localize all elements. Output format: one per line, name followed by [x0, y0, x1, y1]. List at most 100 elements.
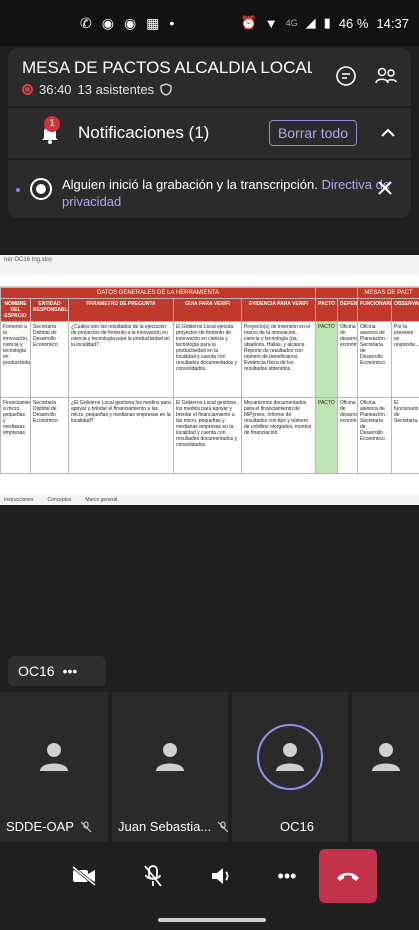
sheet-group-spacer: [315, 287, 358, 299]
home-indicator[interactable]: [158, 918, 266, 922]
attendee-count[interactable]: 13 asistentes: [78, 82, 155, 97]
notification-item: Alguien inició la grabación y la transcr…: [8, 160, 411, 218]
person-icon: [276, 743, 304, 771]
table-cell: Secretaría Distrital de Desarrollo Econó…: [30, 321, 69, 398]
table-cell: Mecanismos documentados para el financia…: [241, 397, 316, 474]
table-cell: El funcionario de Secretaría...: [390, 397, 419, 474]
sheet-header: NOMBRE DEL ESPACIO: [0, 298, 31, 322]
participant-tile[interactable]: [352, 692, 419, 842]
table-cell: Oficina de desarrollo económico: [337, 397, 358, 474]
sheet-formula-bar: [0, 275, 419, 287]
hang-up-icon: [337, 872, 359, 881]
mic-off-icon: [80, 821, 92, 832]
sheet-tab: Conceptos: [47, 497, 72, 503]
signal-icon: ◢: [305, 15, 316, 30]
notification-badge: 1: [44, 116, 60, 132]
table-cell: Oficina asesora de Planeación - Secretar…: [357, 397, 392, 474]
participant-name: Juan Sebastia...: [118, 819, 229, 834]
table-cell: ¿El Gobierno Local gestiona los medios p…: [68, 397, 174, 474]
table-cell: Fomento a la innovación, ciencia y tecno…: [0, 321, 31, 398]
battery-icon: ▮: [323, 15, 331, 30]
meeting-title[interactable]: MESA DE PACTOS ALCALDIA LOCAL DE ...: [22, 58, 312, 78]
participant-name: OC16: [280, 819, 314, 834]
presenter-pill[interactable]: OC16 •••: [8, 656, 106, 686]
speaker-icon: [212, 868, 229, 884]
close-icon[interactable]: [377, 180, 393, 196]
app-icon: ▦: [146, 14, 160, 31]
status-right: ⏰ ▼ 4G ◢ ▮ 46 % 14:37: [241, 15, 409, 31]
table-cell: Oficina de desarrollo económico: [337, 321, 358, 398]
status-icons: ✆ ◉ ◉ ▦ •: [80, 15, 174, 32]
participant-name-label: OC16: [280, 819, 314, 834]
sheet-tab: Instrucciones: [4, 497, 34, 503]
clock: 14:37: [376, 15, 409, 31]
notifications-header[interactable]: 1 Notificaciones (1) Borrar todo: [8, 108, 411, 158]
participant-gallery: SDDE-OAP Juan Sebastia... OC16: [0, 692, 419, 842]
mic-toggle-button[interactable]: [118, 848, 188, 904]
sheet-filename: ner OC16 Ing.xlsx: [4, 257, 53, 263]
sheet-header: PARAMETRO DE PREGUNTA: [68, 298, 174, 322]
chevron-up-icon[interactable]: [379, 124, 397, 142]
hang-up-button[interactable]: [319, 849, 377, 903]
sheet-header: ENTIDAD RESPONSABLE: [30, 298, 69, 322]
camera-toggle-button[interactable]: [50, 848, 118, 904]
sheet-header: PACTO: [315, 298, 338, 322]
participant-name-label: Juan Sebastia...: [118, 819, 212, 834]
sheet-tab: Marco general: [85, 497, 118, 503]
sheet-header: FUNCIONARIO: [357, 298, 392, 322]
participant-name: SDDE-OAP: [6, 819, 92, 834]
sheet-tabs: Instrucciones Conceptos Marco general: [0, 495, 419, 505]
presenter-name: OC16: [18, 663, 55, 679]
table-cell: Financiamiento a micro, pequeñas y media…: [0, 397, 31, 474]
dot-icon: •: [169, 15, 175, 31]
camera-off-icon: [72, 865, 96, 887]
table-cell: Secretaría Distrital de Desarrollo Econó…: [30, 397, 69, 474]
chat-icon[interactable]: [334, 64, 358, 88]
table-cell: Oficina asesora de Planeación - Secretar…: [357, 321, 392, 398]
battery-level: 46 %: [338, 15, 369, 31]
speaker-button[interactable]: [188, 848, 254, 904]
person-icon: [156, 743, 184, 771]
wifi-icon: ▼: [264, 15, 278, 31]
instagram-icon-2: ◉: [123, 14, 137, 31]
mic-off-icon: [144, 865, 162, 887]
table-cell: Proyecto(s) de inversión en el marco de …: [241, 321, 316, 398]
sheet-header: OBSERVAPACTOS: [390, 298, 419, 322]
notifications-title: Notificaciones (1): [78, 123, 210, 142]
status-bar: ✆ ◉ ◉ ▦ • ⏰ ▼ 4G ◢ ▮ 46 % 14:37: [0, 0, 419, 46]
table-cell: ¿Cuáles son los resultados de la ejecuci…: [68, 321, 174, 398]
sheet-group-general: DATOS GENERALES DE LA HERRAMIENTA: [0, 287, 316, 299]
table-cell: PACTO: [315, 397, 338, 474]
record-icon: [30, 178, 52, 200]
meeting-duration: 36:40: [39, 82, 72, 97]
participant-tile[interactable]: OC16: [232, 692, 348, 842]
sheet-header: DEPENDENCIA: [337, 298, 358, 322]
call-controls: •••: [0, 846, 419, 906]
table-cell: Por la presente se responde...: [390, 321, 419, 398]
network-label: 4G: [285, 18, 298, 28]
participants-icon[interactable]: [374, 64, 398, 88]
more-options-button[interactable]: •••: [254, 848, 320, 904]
table-cell: El Gobierno Local ejecuta proyectos de f…: [173, 321, 242, 398]
notification-text: Alguien inició la grabación y la transcr…: [62, 177, 318, 192]
mic-off-icon: [217, 821, 229, 832]
participant-tile[interactable]: SDDE-OAP: [0, 692, 108, 842]
table-row: Fomento a la innovación, ciencia y tecno…: [0, 321, 419, 398]
unread-dot: [16, 188, 20, 192]
table-row: Financiamiento a micro, pequeñas y media…: [0, 397, 419, 474]
clear-all-button[interactable]: Borrar todo: [268, 120, 357, 146]
sheet-group-mesa: MESAS DE PACT: [356, 287, 419, 299]
sheet-header: GUIA PARA VERIFI: [173, 298, 242, 322]
sheet-header-row: NOMBRE DEL ESPACIO ENTIDAD RESPONSABLE P…: [0, 298, 419, 322]
phone-icon: ✆: [80, 14, 92, 31]
instagram-icon: ◉: [101, 14, 114, 31]
more-options-icon[interactable]: •••: [63, 663, 78, 679]
person-icon: [40, 743, 68, 771]
alarm-icon: ⏰: [240, 15, 257, 30]
sheet-table: DATOS GENERALES DE LA HERRAMIENTA MESAS …: [0, 287, 419, 474]
table-cell: PACTO: [315, 321, 338, 398]
participant-name-label: SDDE-OAP: [6, 819, 74, 834]
shared-screen: ner OC16 Ing.xlsx DATOS GENERALES DE LA …: [0, 255, 419, 505]
participant-tile[interactable]: Juan Sebastia...: [112, 692, 229, 842]
sheet-menubar: ner OC16 Ing.xlsx: [0, 255, 419, 275]
